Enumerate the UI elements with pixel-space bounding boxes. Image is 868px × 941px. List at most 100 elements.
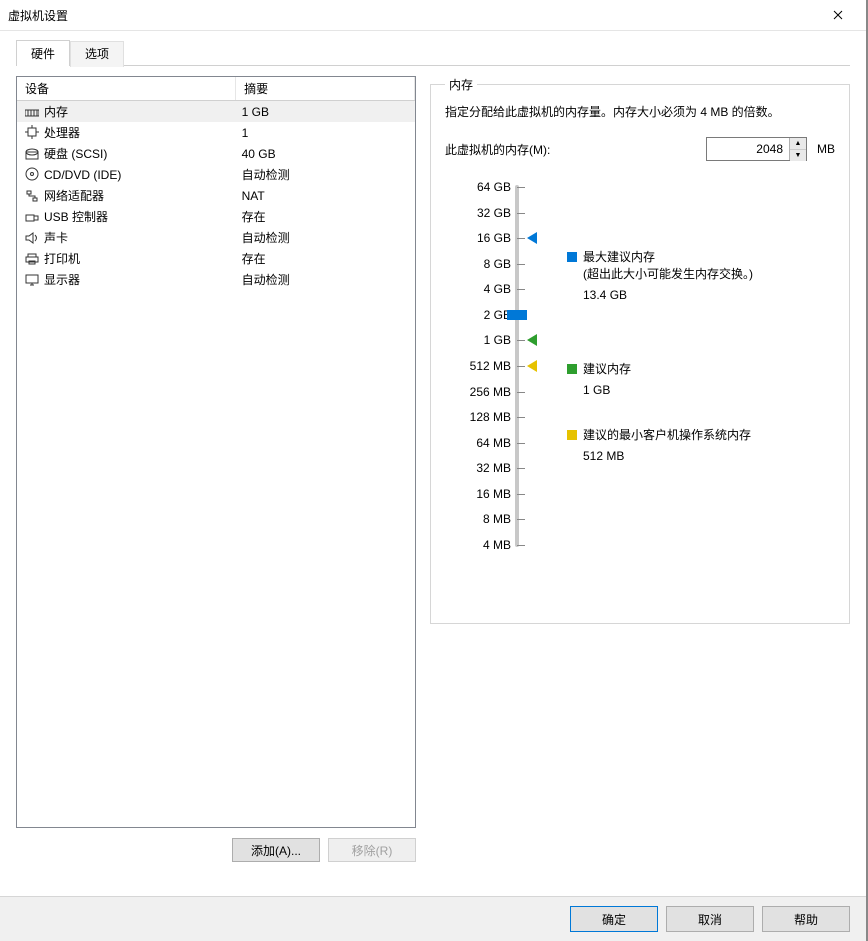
device-name: 打印机 xyxy=(44,252,80,266)
device-row[interactable]: USB 控制器 存在 xyxy=(17,206,415,227)
legend-rec: 建议内存 1 GB xyxy=(567,360,835,397)
scale-tick: 64 GB xyxy=(445,180,541,194)
tab-options[interactable]: 选项 xyxy=(70,41,124,67)
memory-legend: 内存 xyxy=(445,76,477,93)
legend-square-yellow xyxy=(567,430,577,440)
memory-input-label: 此虚拟机的内存(M): xyxy=(445,141,550,158)
device-name: 网络适配器 xyxy=(44,189,104,203)
help-button[interactable]: 帮助 xyxy=(762,906,850,932)
device-summary: 自动检测 xyxy=(236,269,415,290)
scale-tick: 128 MB xyxy=(445,410,541,424)
spin-up[interactable]: ▲ xyxy=(790,138,806,150)
tab-body: 设备 摘要 内存1 GB处理器1硬盘 (SCSI)40 GBCD/DVD (ID… xyxy=(16,65,850,862)
vm-settings-window: 虚拟机设置 硬件 选项 设备 摘要 内存 1 GB 处理器 1 硬盘 (SCSI) 40 … xyxy=(0,0,868,941)
device-name: USB 控制器 xyxy=(44,210,108,224)
memory-unit: MB xyxy=(817,142,835,156)
cpu-icon xyxy=(23,125,41,140)
device-summary: 1 GB xyxy=(236,101,415,123)
col-summary[interactable]: 摘要 xyxy=(236,77,415,101)
memory-group: 内存 指定分配给此虚拟机的内存量。内存大小必须为 4 MB 的倍数。 此虚拟机的… xyxy=(430,76,850,624)
device-table-wrap: 设备 摘要 内存1 GB处理器1硬盘 (SCSI)40 GBCD/DVD (ID… xyxy=(16,76,416,828)
spin-down[interactable]: ▼ xyxy=(790,150,806,161)
scale-tick: 4 GB xyxy=(445,282,541,296)
marker-rec xyxy=(527,334,537,346)
device-name: CD/DVD (IDE) xyxy=(44,168,121,182)
memory-input-row: 此虚拟机的内存(M): ▲ ▼ MB xyxy=(445,137,835,161)
titlebar: 虚拟机设置 xyxy=(0,0,866,31)
device-table: 设备 摘要 内存1 GB处理器1硬盘 (SCSI)40 GBCD/DVD (ID… xyxy=(17,77,415,290)
device-row[interactable]: 打印机 存在 xyxy=(17,248,415,269)
memory-scale[interactable]: 64 GB32 GB16 GB8 GB4 GB2 GB1 GB512 MB256… xyxy=(445,181,541,551)
memory-icon xyxy=(23,105,41,119)
device-name: 内存 xyxy=(44,105,68,119)
col-device[interactable]: 设备 xyxy=(17,77,236,101)
window-title: 虚拟机设置 xyxy=(8,7,818,24)
spin-buttons: ▲ ▼ xyxy=(789,138,806,160)
marker-min xyxy=(527,360,537,372)
display-icon xyxy=(23,273,41,287)
tabs: 硬件 选项 xyxy=(0,31,866,65)
left-buttons: 添加(A)... 移除(R) xyxy=(16,838,416,862)
legend-square-blue xyxy=(567,252,577,262)
device-summary: 1 xyxy=(236,122,415,143)
device-row[interactable]: 内存 1 GB xyxy=(17,101,415,123)
dialog-footer: 确定 取消 帮助 xyxy=(0,896,866,941)
left-panel: 设备 摘要 内存1 GB处理器1硬盘 (SCSI)40 GBCD/DVD (ID… xyxy=(16,76,416,862)
device-name: 显示器 xyxy=(44,273,80,287)
device-summary: 存在 xyxy=(236,248,415,269)
network-icon xyxy=(23,189,41,203)
legend-value: 512 MB xyxy=(567,449,835,463)
ok-button[interactable]: 确定 xyxy=(570,906,658,932)
device-row[interactable]: 声卡 自动检测 xyxy=(17,227,415,248)
device-name: 硬盘 (SCSI) xyxy=(44,147,107,161)
legend-square-green xyxy=(567,364,577,374)
device-name: 声卡 xyxy=(44,231,68,245)
device-summary: 40 GB xyxy=(236,143,415,164)
memory-desc: 指定分配给此虚拟机的内存量。内存大小必须为 4 MB 的倍数。 xyxy=(445,103,835,121)
legend-min: 建议的最小客户机操作系统内存 512 MB xyxy=(567,426,835,463)
memory-input[interactable] xyxy=(707,138,789,160)
device-row[interactable]: 网络适配器 NAT xyxy=(17,185,415,206)
device-summary: 自动检测 xyxy=(236,164,415,185)
marker-max xyxy=(527,232,537,244)
memory-spinner[interactable]: ▲ ▼ xyxy=(706,137,807,161)
tab-hardware[interactable]: 硬件 xyxy=(16,40,70,66)
cd-icon xyxy=(23,167,41,182)
remove-button: 移除(R) xyxy=(328,838,416,862)
close-button[interactable] xyxy=(818,1,858,29)
device-name: 处理器 xyxy=(44,126,80,140)
scale-tick: 32 MB xyxy=(445,461,541,475)
disk-icon xyxy=(23,147,41,161)
sound-icon xyxy=(23,231,41,245)
memory-body: 64 GB32 GB16 GB8 GB4 GB2 GB1 GB512 MB256… xyxy=(445,181,835,551)
device-summary: NAT xyxy=(236,185,415,206)
scale-tick: 64 MB xyxy=(445,436,541,450)
slider-thumb[interactable] xyxy=(507,310,527,320)
legend-title: 最大建议内存 xyxy=(583,250,655,264)
scale-tick: 8 MB xyxy=(445,512,541,526)
legend-max: 最大建议内存(超出此大小可能发生内存交换。) 13.4 GB xyxy=(567,248,835,302)
device-row[interactable]: 显示器 自动检测 xyxy=(17,269,415,290)
device-summary: 自动检测 xyxy=(236,227,415,248)
close-icon xyxy=(833,10,843,20)
legend-note: (超出此大小可能发生内存交换。) xyxy=(567,265,835,282)
legend-title: 建议内存 xyxy=(583,362,631,376)
printer-icon xyxy=(23,252,41,266)
device-summary: 存在 xyxy=(236,206,415,227)
scale-tick: 8 GB xyxy=(445,257,541,271)
legend-value: 13.4 GB xyxy=(567,288,835,302)
device-row[interactable]: 硬盘 (SCSI) 40 GB xyxy=(17,143,415,164)
scale-tick: 16 MB xyxy=(445,487,541,501)
device-row[interactable]: CD/DVD (IDE) 自动检测 xyxy=(17,164,415,185)
memory-legend-panel: 最大建议内存(超出此大小可能发生内存交换。) 13.4 GB 建议内存 1 GB 建议的… xyxy=(555,181,835,551)
right-panel: 内存 指定分配给此虚拟机的内存量。内存大小必须为 4 MB 的倍数。 此虚拟机的… xyxy=(430,76,850,862)
device-row[interactable]: 处理器 1 xyxy=(17,122,415,143)
legend-title: 建议的最小客户机操作系统内存 xyxy=(583,428,751,442)
legend-value: 1 GB xyxy=(567,383,835,397)
scale-tick: 4 MB xyxy=(445,538,541,552)
scale-tick: 32 GB xyxy=(445,206,541,220)
usb-icon xyxy=(23,210,41,224)
cancel-button[interactable]: 取消 xyxy=(666,906,754,932)
scale-tick: 256 MB xyxy=(445,385,541,399)
add-button[interactable]: 添加(A)... xyxy=(232,838,320,862)
